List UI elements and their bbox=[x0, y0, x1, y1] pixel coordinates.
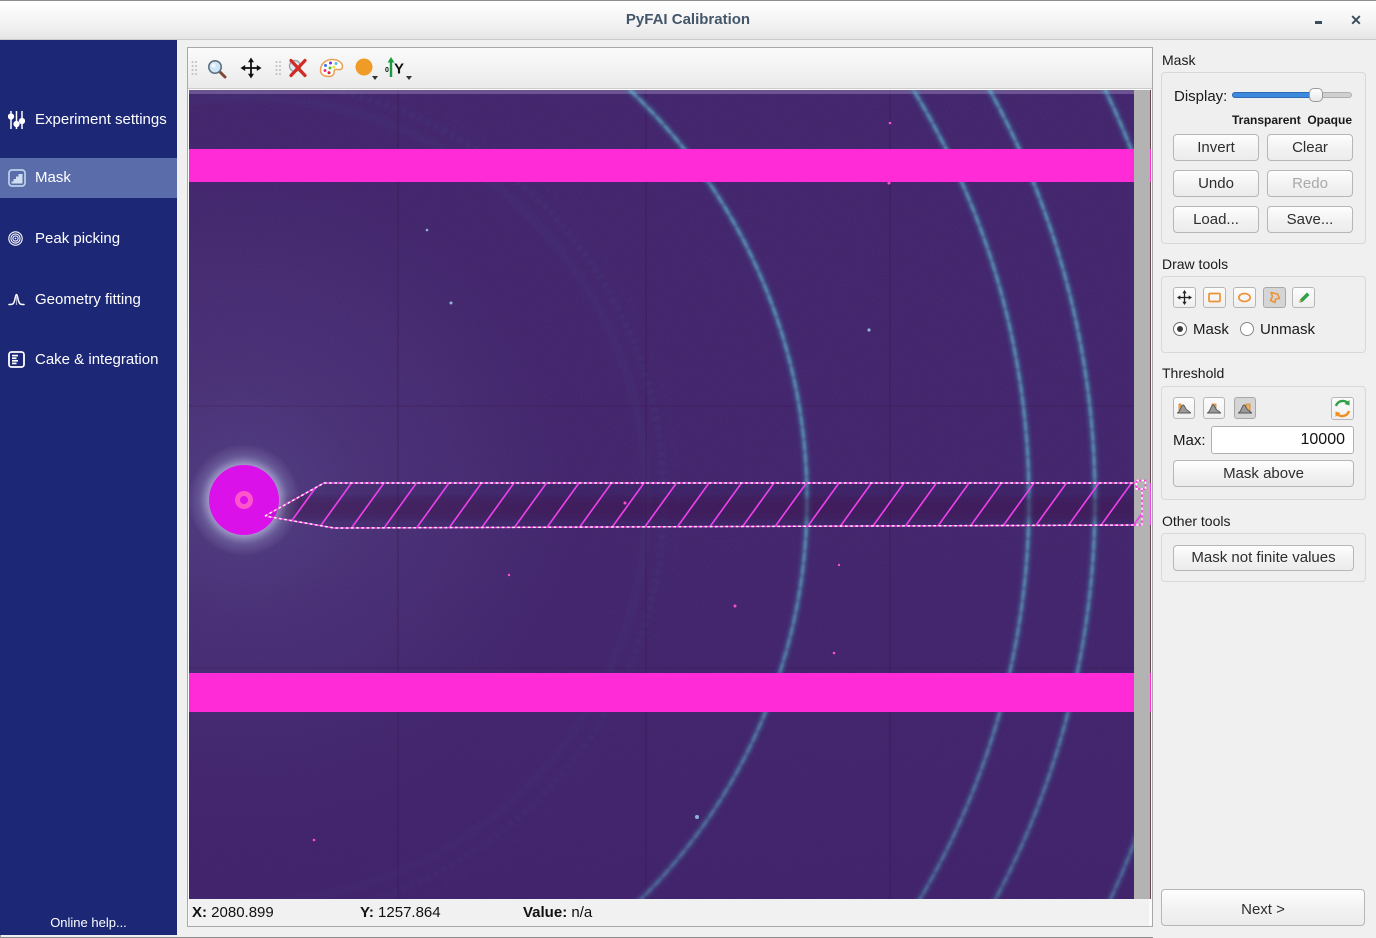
svg-text:0: 0 bbox=[385, 67, 389, 74]
svg-text:Y: Y bbox=[394, 61, 404, 78]
